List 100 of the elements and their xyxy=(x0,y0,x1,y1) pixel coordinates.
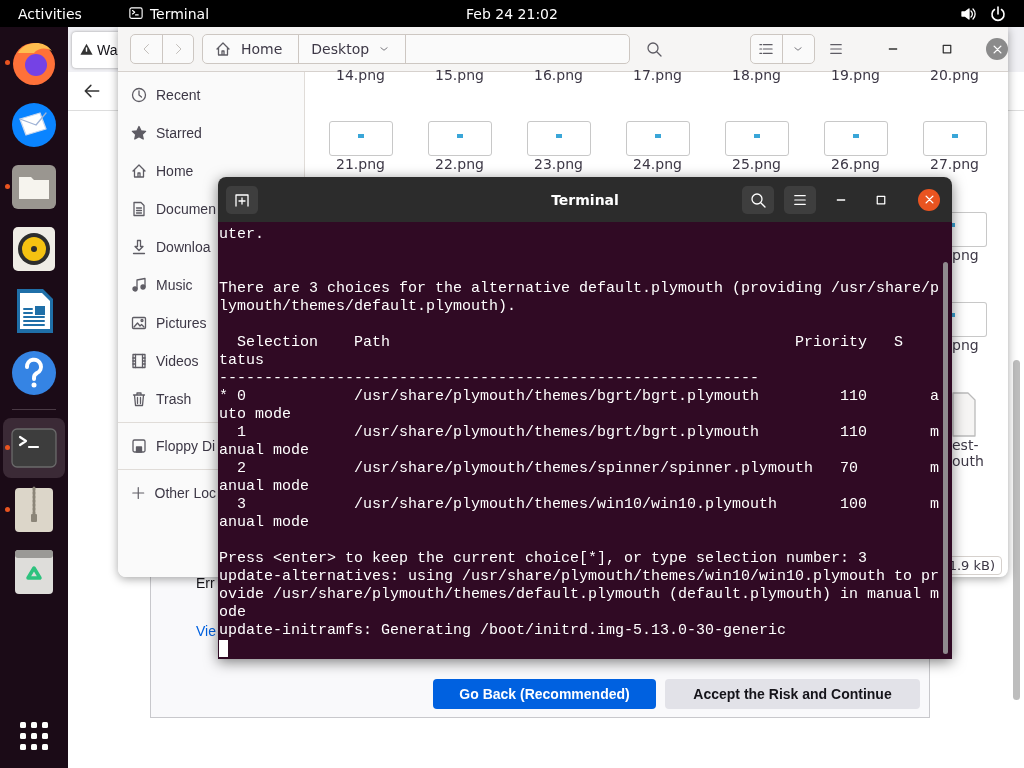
close-button[interactable] xyxy=(918,188,940,211)
file-name: 24.png xyxy=(633,156,682,172)
image-thumbnail[interactable] xyxy=(952,212,987,247)
list-icon xyxy=(759,42,774,56)
file-name: 26.png xyxy=(831,156,880,172)
terminal-line: 2 /usr/share/plymouth/themes/spinner/spinner.plymouth 70 m xyxy=(236,460,940,478)
image-thumbnail[interactable] xyxy=(823,121,888,156)
sidebar-item[interactable]: Floppy Di xyxy=(118,427,216,465)
close-icon xyxy=(992,44,1002,54)
file-name: 14.png xyxy=(335,67,386,83)
image-thumbnail[interactable] xyxy=(328,121,393,156)
image-thumbnail[interactable] xyxy=(724,121,789,156)
image-thumbnail[interactable] xyxy=(625,121,690,156)
caret-icon xyxy=(379,44,390,54)
new-tab-button[interactable] xyxy=(226,185,258,214)
sidebar-item[interactable]: Home xyxy=(118,152,216,190)
back-arrow-icon xyxy=(83,82,101,100)
document-icon xyxy=(131,201,147,217)
terminal-line: update-initramfs: Generating /boot/initrd.img-5.13.0-30-generic xyxy=(219,622,787,640)
file-name: png xyxy=(952,337,979,353)
image-thumbnail[interactable] xyxy=(526,121,591,156)
file-name: 18.png xyxy=(731,67,782,83)
sidebar-item[interactable]: Downloa xyxy=(118,228,216,266)
activities-button[interactable]: Activities xyxy=(18,5,82,22)
terminal-line: anual mode xyxy=(219,514,309,532)
caret-icon xyxy=(793,44,804,54)
maximize-icon xyxy=(876,194,886,205)
file-name: 15.png xyxy=(434,67,485,83)
sidebar-item[interactable]: Recent xyxy=(118,76,216,114)
details-link[interactable]: Vie xyxy=(196,623,216,639)
sidebar-item[interactable]: Other Loc xyxy=(118,474,216,512)
file-name: 16.png xyxy=(533,67,584,83)
file-name: est- xyxy=(952,437,979,453)
terminal-line: update-alternatives: using /usr/share/plymouth/themes/win10/win10.plymouth to pr xyxy=(219,568,940,586)
scrollbar[interactable] xyxy=(1013,360,1020,700)
menu-icon xyxy=(793,192,807,207)
warning-icon xyxy=(80,43,93,56)
file-name: 25.png xyxy=(732,156,781,172)
picture-icon xyxy=(131,315,147,331)
sidebar-item[interactable]: Videos xyxy=(118,342,216,380)
search-icon xyxy=(750,191,766,208)
menu-icon xyxy=(829,42,844,56)
terminal-line: 1 /usr/share/plymouth/themes/bgrt/bgrt.plymouth 110 m xyxy=(236,424,940,442)
star-icon xyxy=(131,125,147,141)
sidebar-item[interactable]: Trash xyxy=(118,380,216,418)
terminal-line: * 0 /usr/share/plymouth/themes/bgrt/bgrt.plymouth 110 a xyxy=(219,388,940,406)
image-thumbnail[interactable] xyxy=(922,121,987,156)
path-button[interactable]: Home xyxy=(203,35,300,63)
question-circle-icon xyxy=(10,349,58,397)
terminal-line: Press <enter> to keep the current choice[*], or type selection number: 3 xyxy=(219,550,868,568)
sidebar-item[interactable]: Music xyxy=(118,266,216,304)
sidebar-item[interactable]: Pictures xyxy=(118,304,216,342)
path-button[interactable]: Desktop xyxy=(299,35,407,63)
error-text: Err xyxy=(196,575,215,591)
scrollbar[interactable] xyxy=(943,262,948,654)
terminal-line: 3 /usr/share/plymouth/themes/win10/win10.plymouth 100 m xyxy=(236,496,940,514)
speaker-icon xyxy=(10,225,58,273)
file-name: png xyxy=(952,247,979,263)
terminal-line: lymouth/themes/default.plymouth). xyxy=(219,298,517,316)
accept-risk-button[interactable]: Accept the Risk and Continue xyxy=(665,679,920,709)
terminal-line: anual mode xyxy=(219,442,309,460)
clock[interactable]: Feb 24 21:02 xyxy=(466,5,558,22)
terminal-line: ------------------------------------------------------------ xyxy=(219,370,760,388)
power-icon xyxy=(990,5,1006,22)
file-name: 19.png xyxy=(830,67,881,83)
file-name: 22.png xyxy=(435,156,484,172)
download-icon xyxy=(131,239,147,255)
search-icon xyxy=(646,41,663,57)
image-thumbnail[interactable] xyxy=(427,121,492,156)
minimize-icon xyxy=(888,48,898,50)
image-thumbnail[interactable] xyxy=(952,302,987,337)
terminal-line: Selection Path Priority S xyxy=(236,334,904,352)
menu-button[interactable] xyxy=(784,185,816,214)
folder-icon xyxy=(10,163,58,211)
go-back-button[interactable]: Go Back (Recommended) xyxy=(433,679,656,709)
file-name: 23.png xyxy=(534,156,583,172)
file-name: 21.png xyxy=(336,156,385,172)
terminal-line: uto mode xyxy=(219,406,291,424)
new-tab-icon xyxy=(234,191,250,208)
file-name: 27.png xyxy=(930,156,979,172)
browser-tab[interactable]: Wa xyxy=(72,31,120,68)
tab-title: Wa xyxy=(97,41,118,58)
sidebar-item[interactable]: Starred xyxy=(118,114,216,152)
terminal-icon xyxy=(127,6,144,21)
close-icon xyxy=(924,195,934,204)
terminal-line: There are 3 choices for the alternative default.plymouth (providing /usr/share/p xyxy=(219,280,940,298)
terminal-line: uter. xyxy=(219,226,264,244)
terminal-line: ode xyxy=(219,604,246,622)
text-cursor xyxy=(219,640,228,657)
clock-icon xyxy=(131,87,147,103)
app-grid-button[interactable] xyxy=(18,720,50,752)
file-name: outh xyxy=(952,453,984,469)
sidebar-item[interactable]: Documen xyxy=(118,190,216,228)
search-button[interactable] xyxy=(742,185,774,214)
trash-icon xyxy=(131,391,147,407)
app-menu[interactable]: Terminal xyxy=(127,5,210,22)
film-icon xyxy=(131,353,147,369)
file-name: 20.png xyxy=(929,67,980,83)
music-note-icon xyxy=(131,277,147,293)
window-title: Terminal xyxy=(551,191,619,208)
